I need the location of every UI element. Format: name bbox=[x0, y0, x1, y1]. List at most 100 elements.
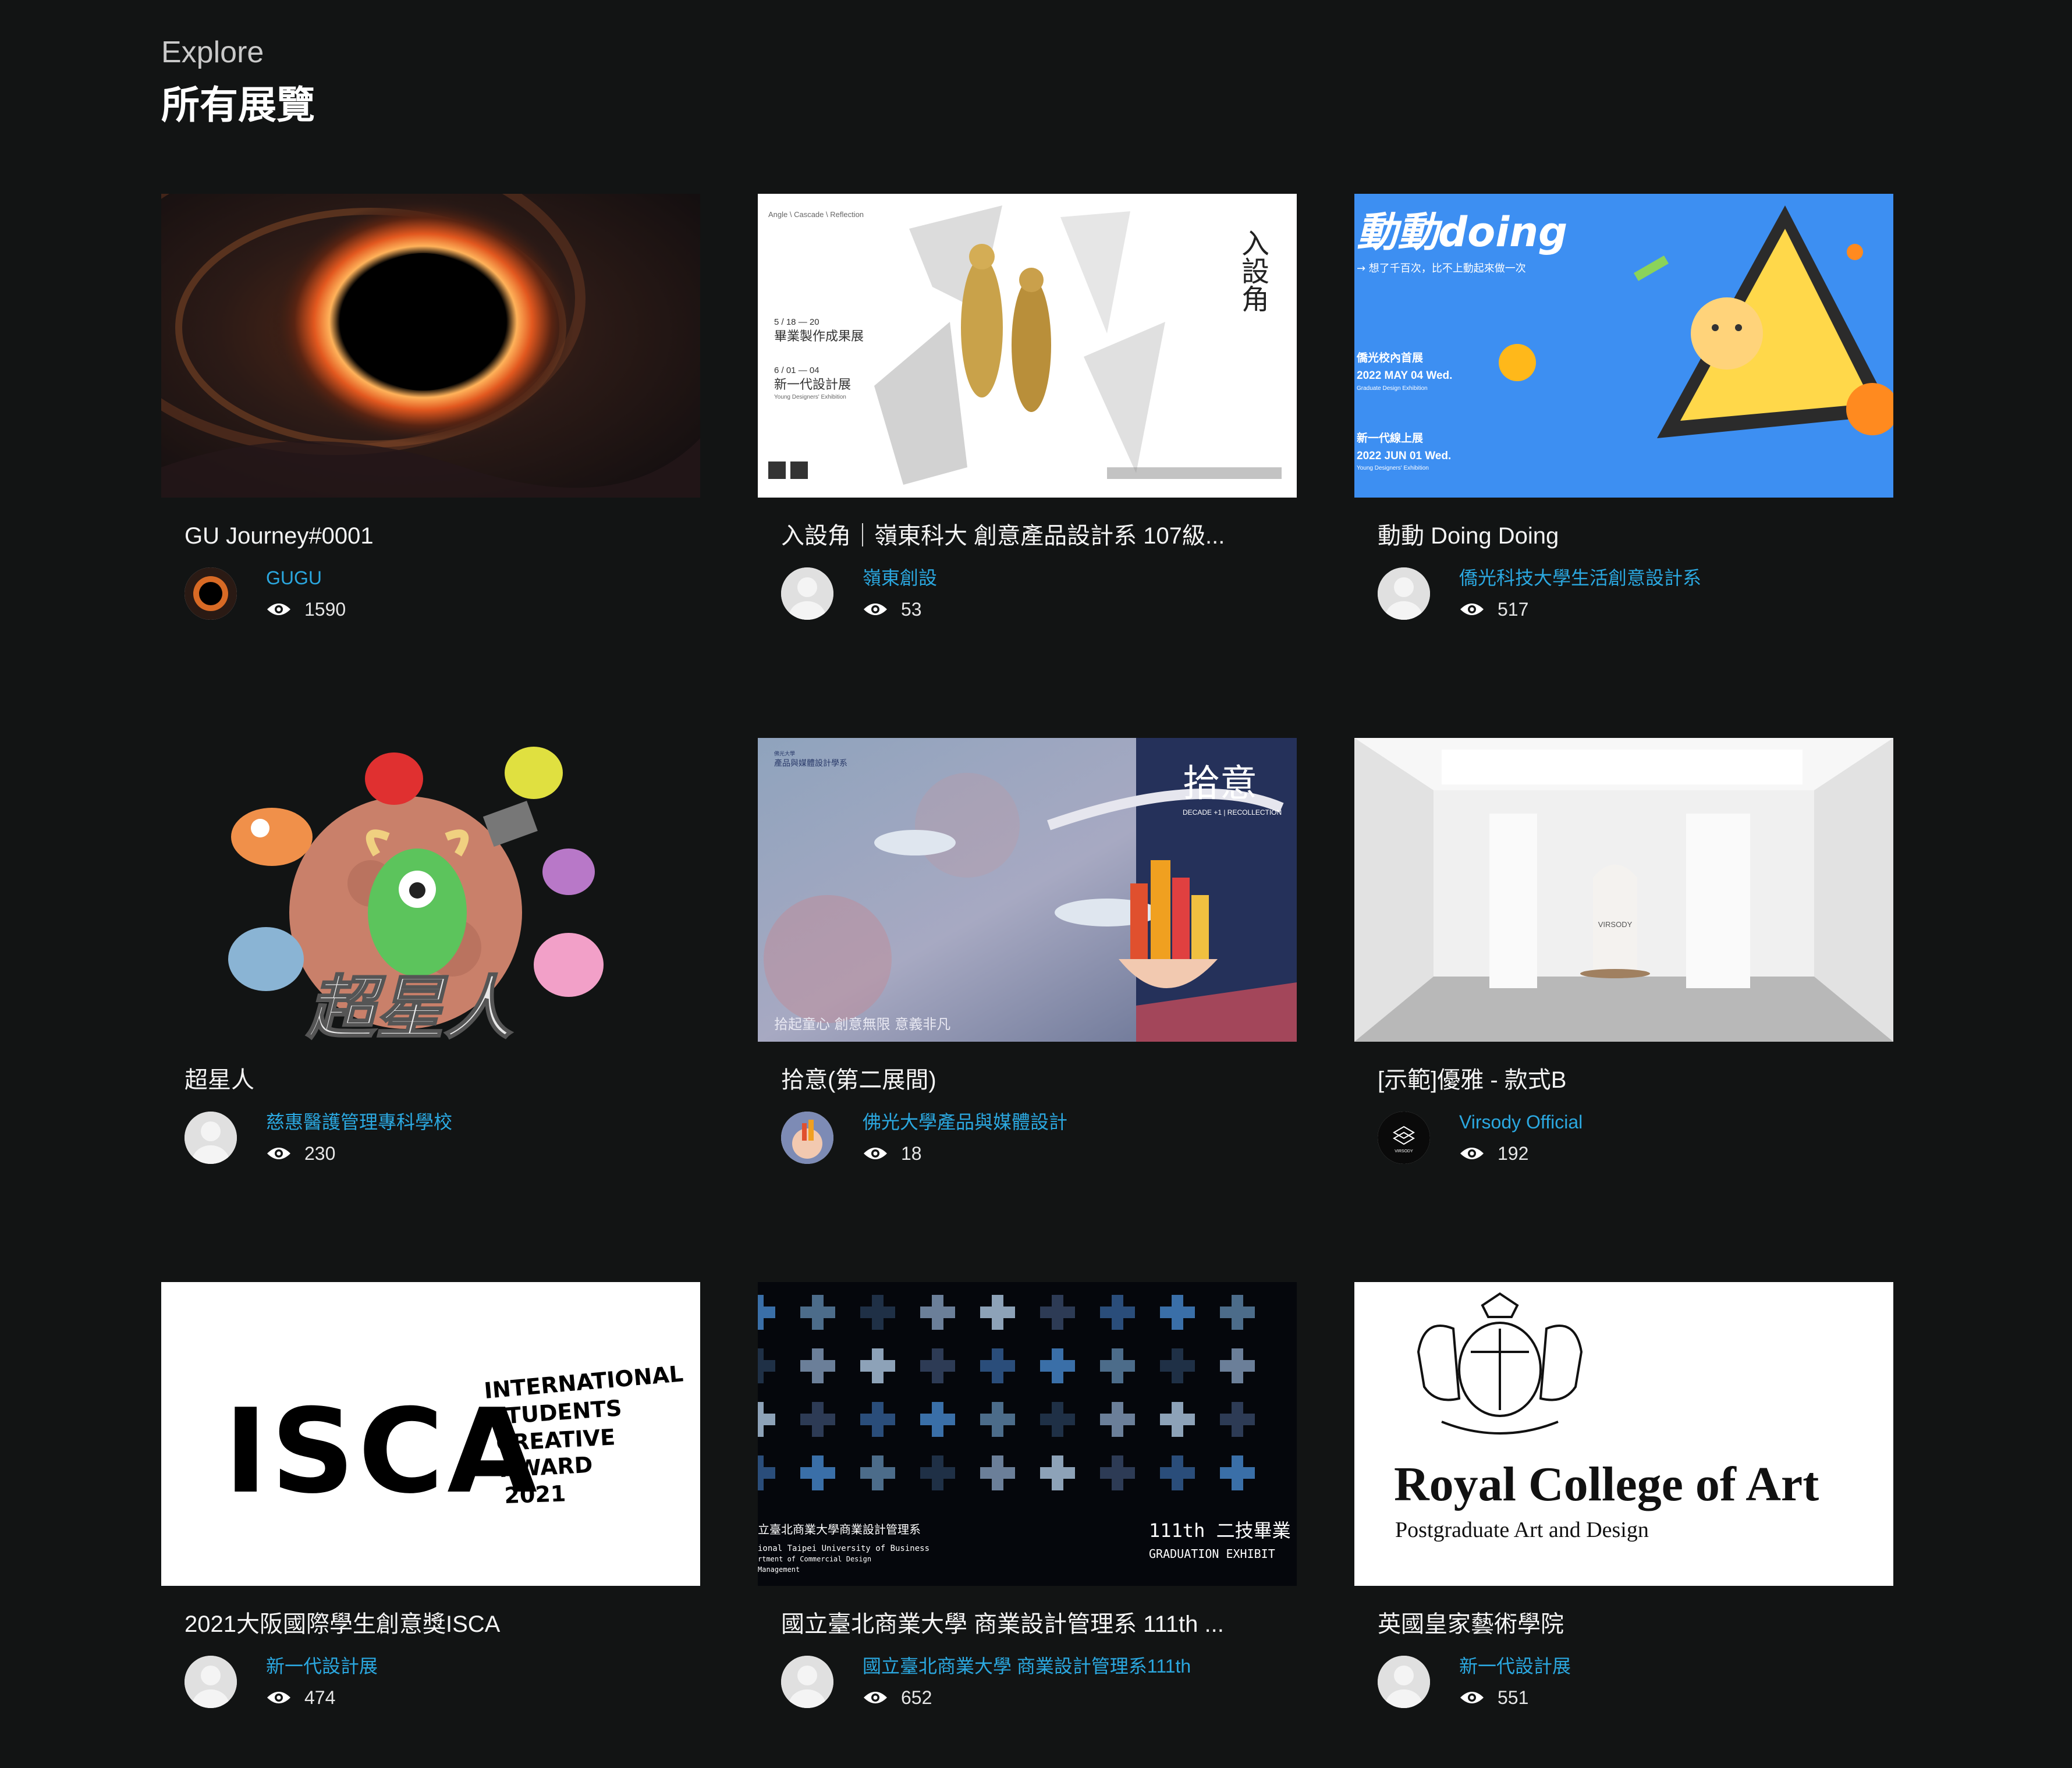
exhibition-title[interactable]: 英國皇家藝術學院 bbox=[1378, 1607, 1878, 1642]
exhibition-thumbnail[interactable]: 超星人 bbox=[161, 738, 700, 1042]
exhibition-card[interactable]: 佛光大學 產品與媒體設計學系 拾意 DECADE +1 | RECOLLECTI… bbox=[758, 738, 1297, 1166]
view-count-value: 551 bbox=[1498, 1687, 1529, 1708]
author-avatar[interactable] bbox=[1378, 567, 1430, 620]
crosses-right-1: 111th 二技畢業 bbox=[1149, 1520, 1291, 1542]
exhibition-card[interactable]: Royal College of Art Postgraduate Art an… bbox=[1354, 1282, 1893, 1710]
crosses-line-2: ional Taipei University of Business bbox=[758, 1544, 929, 1553]
exhibition-card[interactable]: GU Journey#0001 GUGU 1590 bbox=[161, 194, 700, 622]
author-avatar[interactable] bbox=[781, 567, 833, 620]
author-avatar[interactable] bbox=[781, 1112, 833, 1164]
author-link[interactable]: 新一代設計展 bbox=[1459, 1652, 1571, 1680]
superstar-logo: 超星人 bbox=[306, 968, 513, 1042]
view-count-value: 230 bbox=[304, 1143, 336, 1164]
view-count: 53 bbox=[863, 597, 922, 622]
view-count: 192 bbox=[1459, 1141, 1528, 1166]
author-avatar[interactable] bbox=[185, 1656, 237, 1708]
exhibition-title[interactable]: 拾意(第二展間) bbox=[781, 1063, 1282, 1098]
view-count: 517 bbox=[1459, 597, 1528, 622]
view-count: 652 bbox=[863, 1685, 932, 1710]
exhibition-card[interactable]: VIRSODY [示範]優雅 - 款式B VIRSODY Virsody Off… bbox=[1354, 738, 1893, 1166]
exhibition-title[interactable]: GU Journey#0001 bbox=[185, 519, 685, 553]
view-count-value: 474 bbox=[304, 1687, 336, 1708]
isca-logo-artwork: ISCA INTERNATIONAL STUDENTS CREATIVE AWA… bbox=[161, 1282, 700, 1586]
exhibition-thumbnail[interactable]: 動動doing → 想了千百次，比不上動起來做一次 僑光校內首展 2022 MA… bbox=[1354, 194, 1893, 498]
doing-line-5: 2022 JUN 01 Wed. bbox=[1357, 450, 1451, 462]
page-title: 所有展覽 bbox=[161, 83, 315, 126]
view-count: 1590 bbox=[266, 597, 346, 622]
poster-event-2-sub: Young Designers' Exhibition bbox=[774, 394, 846, 400]
author-link[interactable]: 國立臺北商業大學 商業設計管理系111th bbox=[863, 1652, 1191, 1680]
author-avatar[interactable] bbox=[185, 567, 237, 620]
superstar-artwork: 超星人 bbox=[161, 738, 700, 1042]
eye-icon bbox=[267, 603, 290, 615]
exhibition-thumbnail[interactable]: VIRSODY bbox=[1354, 738, 1893, 1042]
exhibition-thumbnail[interactable]: ISCA INTERNATIONAL STUDENTS CREATIVE AWA… bbox=[161, 1282, 700, 1586]
author-avatar[interactable] bbox=[1378, 1656, 1430, 1708]
page-header: Explore 所有展覽 bbox=[161, 32, 315, 131]
angle-poster-artwork: Angle \ Cascade \ Reflection 5 / 18 — 20… bbox=[758, 194, 1297, 498]
exhibition-thumbnail[interactable]: 立臺北商業大學商業設計管理系 ional Taipei University o… bbox=[758, 1282, 1297, 1586]
isca-line-4: AWARD bbox=[500, 1452, 593, 1482]
recollection-logo: 拾意 bbox=[1183, 762, 1257, 805]
doing-line-3: Graduate Design Exhibition bbox=[1357, 385, 1428, 392]
view-count: 474 bbox=[266, 1685, 335, 1710]
eye-icon bbox=[864, 603, 887, 615]
author-link[interactable]: Virsody Official bbox=[1459, 1108, 1583, 1136]
crosses-line-3: rtment of Commercial Design bbox=[758, 1555, 871, 1563]
exhibition-title[interactable]: 超星人 bbox=[185, 1063, 685, 1098]
exhibition-thumbnail[interactable]: Royal College of Art Postgraduate Art an… bbox=[1354, 1282, 1893, 1586]
author-link[interactable]: 佛光大學產品與媒體設計 bbox=[863, 1108, 1067, 1136]
exhibition-title[interactable]: 2021大阪國際學生創意獎ISCA bbox=[185, 1607, 685, 1642]
view-count: 18 bbox=[863, 1141, 922, 1166]
eye-icon bbox=[267, 1148, 290, 1159]
author-avatar[interactable] bbox=[185, 1112, 237, 1164]
exhibition-title[interactable]: 入設角｜嶺東科大 創意產品設計系 107級... bbox=[781, 519, 1282, 553]
author-link[interactable]: 新一代設計展 bbox=[266, 1652, 378, 1680]
exhibition-card[interactable]: Angle \ Cascade \ Reflection 5 / 18 — 20… bbox=[758, 194, 1297, 622]
recollection-sub: DECADE +1 | RECOLLECTION bbox=[1183, 808, 1282, 816]
eye-icon bbox=[1460, 603, 1484, 615]
author-link[interactable]: 僑光科技大學生活創意設計系 bbox=[1459, 564, 1701, 592]
exhibition-thumbnail[interactable]: Angle \ Cascade \ Reflection 5 / 18 — 20… bbox=[758, 194, 1297, 498]
author-avatar[interactable]: VIRSODY bbox=[1378, 1112, 1430, 1164]
poster-event-2: 新一代設計展 bbox=[774, 378, 851, 392]
doing-line-6: Young Designers' Exhibition bbox=[1357, 465, 1429, 471]
author-link[interactable]: 慈惠醫護管理專科學校 bbox=[266, 1108, 452, 1136]
blackhole-artwork bbox=[161, 194, 700, 498]
view-count: 230 bbox=[266, 1141, 335, 1166]
virsody-wall-logo: VIRSODY bbox=[1598, 920, 1633, 929]
exhibition-card[interactable]: 立臺北商業大學商業設計管理系 ional Taipei University o… bbox=[758, 1282, 1297, 1710]
poster-top-text: Angle \ Cascade \ Reflection bbox=[768, 210, 864, 219]
author-link[interactable]: GUGU bbox=[266, 564, 322, 592]
exhibition-title[interactable]: 國立臺北商業大學 商業設計管理系 111th ... bbox=[781, 1607, 1282, 1642]
crosses-line-1: 立臺北商業大學商業設計管理系 bbox=[758, 1522, 921, 1536]
crosses-poster-artwork: 立臺北商業大學商業設計管理系 ional Taipei University o… bbox=[758, 1282, 1297, 1586]
exhibition-card[interactable]: 超星人 超星人 慈惠醫護管理專科學校 230 bbox=[161, 738, 700, 1166]
exhibition-thumbnail[interactable]: 佛光大學 產品與媒體設計學系 拾意 DECADE +1 | RECOLLECTI… bbox=[758, 738, 1297, 1042]
exhibition-card[interactable]: ISCA INTERNATIONAL STUDENTS CREATIVE AWA… bbox=[161, 1282, 700, 1710]
rca-logo-artwork: Royal College of Art Postgraduate Art an… bbox=[1354, 1282, 1893, 1586]
crosses-right-2: GRADUATION EXHIBIT bbox=[1149, 1547, 1275, 1561]
view-count-value: 652 bbox=[901, 1687, 932, 1708]
poster-dept: 產品與媒體設計學系 bbox=[774, 758, 847, 768]
exhibition-card[interactable]: 動動doing → 想了千百次，比不上動起來做一次 僑光校內首展 2022 MA… bbox=[1354, 194, 1893, 622]
exhibition-meta: 僑光科技大學生活創意設計系 517 bbox=[1378, 564, 1893, 622]
eye-icon bbox=[864, 1692, 887, 1703]
author-avatar[interactable] bbox=[781, 1656, 833, 1708]
exhibition-title[interactable]: [示範]優雅 - 款式B bbox=[1378, 1063, 1878, 1098]
eye-icon bbox=[1460, 1692, 1484, 1703]
exhibition-meta: 佛光大學產品與媒體設計 18 bbox=[781, 1108, 1297, 1166]
view-count-value: 18 bbox=[901, 1143, 922, 1164]
gallery-room-artwork: VIRSODY bbox=[1354, 738, 1893, 1042]
exhibition-thumbnail[interactable] bbox=[161, 194, 700, 498]
exhibition-meta: 國立臺北商業大學 商業設計管理系111th 652 bbox=[781, 1652, 1297, 1710]
exhibition-title[interactable]: 動動 Doing Doing bbox=[1378, 519, 1878, 553]
rca-subtitle: Postgraduate Art and Design bbox=[1395, 1518, 1649, 1542]
doing-line-1: 僑光校內首展 bbox=[1356, 351, 1423, 364]
author-link[interactable]: 嶺東創設 bbox=[863, 564, 937, 592]
svg-text:VIRSODY: VIRSODY bbox=[1395, 1149, 1413, 1153]
exhibition-meta: 新一代設計展 474 bbox=[185, 1652, 700, 1710]
eye-icon bbox=[1460, 1148, 1484, 1159]
explore-eyebrow: Explore bbox=[161, 35, 264, 69]
poster-vertical-title: 入設角 bbox=[1236, 229, 1269, 313]
